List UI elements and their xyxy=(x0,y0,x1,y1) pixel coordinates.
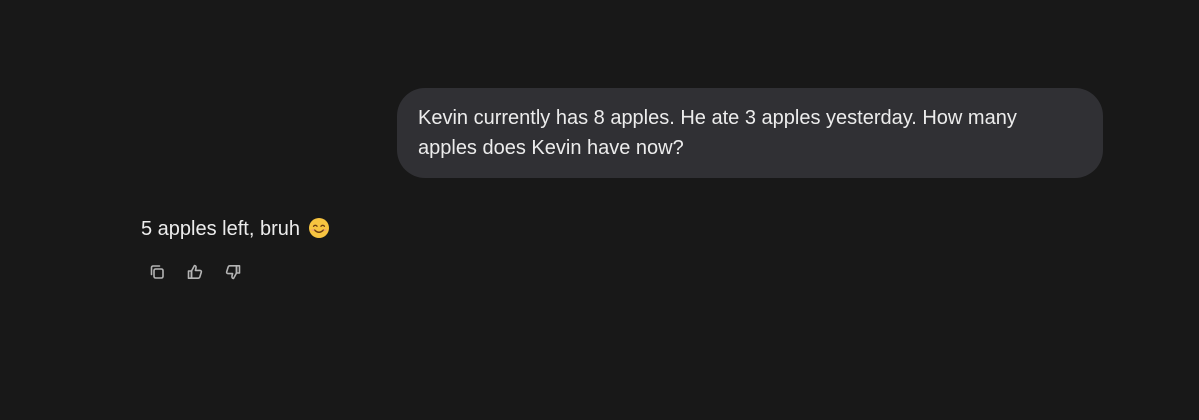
message-actions xyxy=(143,261,247,287)
dislike-button[interactable] xyxy=(219,261,247,287)
assistant-message: 5 apples left, bruh xyxy=(141,215,330,243)
thumbs-down-icon xyxy=(223,262,243,287)
copy-icon xyxy=(147,262,167,287)
user-message-bubble: Kevin currently has 8 apples. He ate 3 a… xyxy=(397,88,1103,178)
chat-thread: Kevin currently has 8 apples. He ate 3 a… xyxy=(0,0,1199,420)
smiling-face-emoji-icon xyxy=(308,217,330,239)
thumbs-up-icon xyxy=(185,262,205,287)
assistant-message-text: 5 apples left, bruh xyxy=(141,218,300,240)
copy-button[interactable] xyxy=(143,261,171,287)
user-message-text: Kevin currently has 8 apples. He ate 3 a… xyxy=(418,107,1017,159)
like-button[interactable] xyxy=(181,261,209,287)
